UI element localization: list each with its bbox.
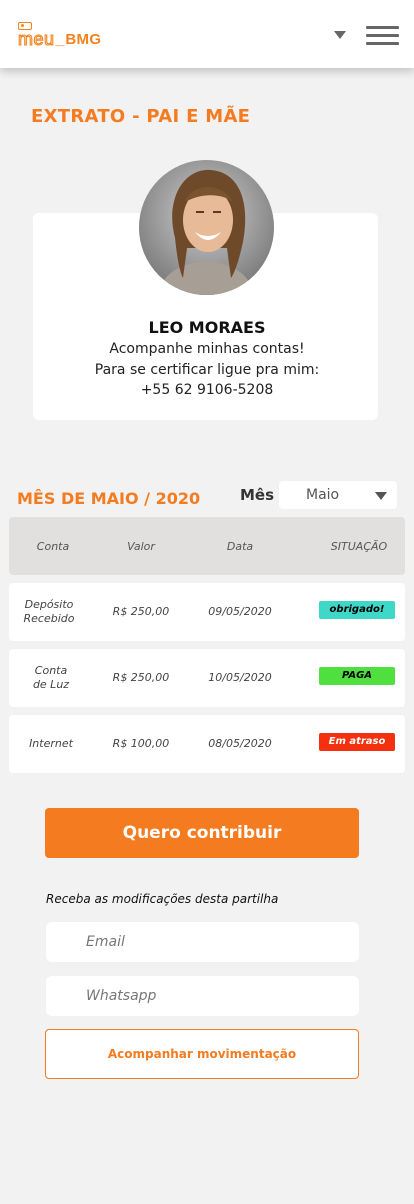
column-header-data: Data xyxy=(226,540,254,553)
profile-message: Acompanhe minhas contas! xyxy=(109,341,305,357)
contribute-button[interactable]: Quero contribuir xyxy=(45,808,359,858)
row-value: R$ 100,00 xyxy=(112,737,170,750)
profile-contact-text: Para se certificar ligue pra mim: xyxy=(94,362,320,378)
hamburger-menu-icon[interactable] xyxy=(366,26,399,46)
profile-phone: +55 62 9106-5208 xyxy=(140,382,274,398)
column-header-situacao: SITUAÇÃO xyxy=(330,540,388,553)
month-select[interactable]: Maio xyxy=(279,481,397,509)
row-account: Depósito Recebido xyxy=(23,598,75,625)
month-label: Mês xyxy=(240,486,275,504)
subscribe-text: Receba as modificações desta partilha xyxy=(46,892,279,906)
row-value: R$ 250,00 xyxy=(112,605,170,618)
table-row[interactable]: Depósito Recebido R$ 250,00 09/05/2020 o… xyxy=(9,583,405,641)
month-select-value: Maio xyxy=(306,487,340,503)
row-account: Conta de Luz xyxy=(32,664,70,691)
status-badge: PAGA xyxy=(319,667,395,685)
row-account: Internet xyxy=(29,737,73,750)
meu-bmg-logo[interactable]: meu _ BMG xyxy=(17,22,102,49)
row-value: R$ 250,00 xyxy=(112,671,170,684)
table-row[interactable]: Internet R$ 100,00 08/05/2020 Em atraso xyxy=(9,715,405,773)
statement-title: MÊS DE MAIO / 2020 xyxy=(17,489,201,508)
status-badge: obrigado! xyxy=(319,601,395,619)
table-row[interactable]: Conta de Luz R$ 250,00 10/05/2020 PAGA xyxy=(9,649,405,707)
chevron-down-icon xyxy=(375,492,387,500)
logo-underscore: _ xyxy=(55,31,65,48)
logo-prefix: meu xyxy=(17,29,55,49)
row-date: 08/05/2020 xyxy=(208,737,272,750)
follow-button[interactable]: Acompanhar movimentação xyxy=(45,1029,359,1079)
profile-name: LEO MORAES xyxy=(148,318,266,337)
status-badge: Em atraso xyxy=(319,733,395,751)
table-header: Conta Valor Data SITUAÇÃO xyxy=(9,517,405,575)
avatar xyxy=(139,160,274,295)
wallet-icon xyxy=(18,22,32,30)
column-header-conta: Conta xyxy=(36,540,70,553)
page-title: EXTRATO - PAI E MÃE xyxy=(31,106,251,127)
logo-brand: BMG xyxy=(65,31,102,48)
caret-down-icon[interactable] xyxy=(334,31,346,39)
row-date: 10/05/2020 xyxy=(208,671,272,684)
email-field[interactable] xyxy=(46,922,359,962)
top-bar: meu _ BMG xyxy=(0,0,414,68)
whatsapp-field[interactable] xyxy=(46,976,359,1016)
row-date: 09/05/2020 xyxy=(208,605,272,618)
column-header-valor: Valor xyxy=(127,540,155,553)
